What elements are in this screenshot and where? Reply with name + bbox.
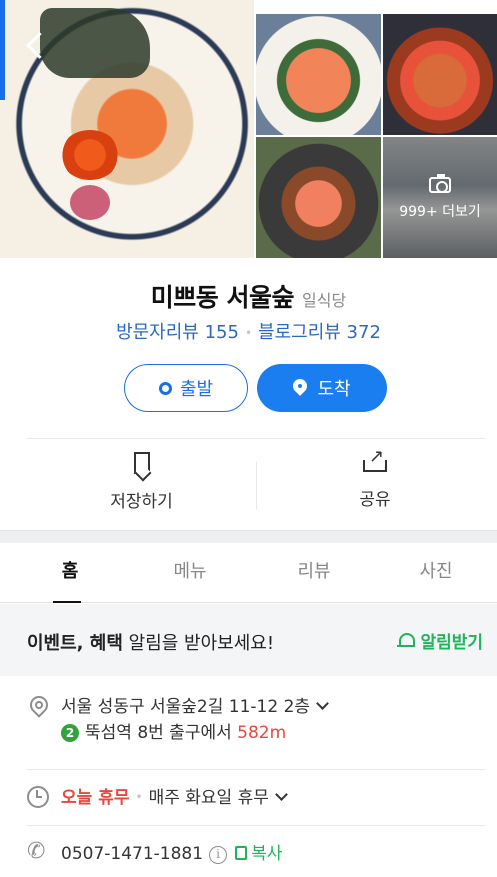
- event-rest-text: 알림을 받아보세요!: [122, 633, 275, 654]
- section-gap: [0, 530, 497, 543]
- chevron-down-icon[interactable]: [316, 697, 329, 710]
- photo-thumbnail-more[interactable]: 999+ 더보기: [383, 137, 497, 258]
- bell-icon: [397, 632, 416, 650]
- divider: [27, 769, 485, 770]
- hours-detail: 매주 화요일 휴무: [148, 788, 269, 808]
- depart-label: 출발: [179, 379, 214, 400]
- chevron-down-icon[interactable]: [274, 788, 288, 801]
- subway-text: 뚝섬역 8번 출구에서: [85, 723, 238, 743]
- photo-thumbnail[interactable]: [256, 137, 381, 258]
- subway-line-badge: 2: [61, 724, 79, 742]
- info-icon[interactable]: i: [209, 846, 228, 864]
- photo-detail: [60, 130, 120, 180]
- hours-status: 오늘 휴무: [61, 788, 130, 808]
- more-photos-button[interactable]: 999+ 더보기: [383, 174, 497, 221]
- tab-home[interactable]: 홈: [8, 543, 132, 603]
- blog-review-link[interactable]: 블로그리뷰 372: [258, 322, 381, 343]
- tab-menu[interactable]: 메뉴: [128, 543, 252, 603]
- subway-directions: 2 뚝섬역 8번 출구에서 582m: [61, 720, 485, 746]
- photo-thumbnail[interactable]: [256, 14, 381, 135]
- separator-dot: •: [244, 326, 253, 340]
- tab-review[interactable]: 리뷰: [252, 543, 376, 603]
- phone-number[interactable]: 0507-1471-1881: [61, 844, 203, 864]
- address-row: 서울 성동구 서울숲2길 11-12 2층 2 뚝섬역 8번 출구에서 582m: [27, 694, 485, 746]
- photo-thumbnail[interactable]: [383, 14, 497, 135]
- photo-detail: [40, 8, 150, 78]
- share-icon: [363, 446, 387, 472]
- phone-row: 0507-1471-1881 i 복사: [27, 839, 485, 867]
- share-button[interactable]: 공유: [257, 446, 493, 514]
- scroll-accent: [0, 0, 5, 100]
- place-name: 미쁘동 서울숲: [150, 283, 295, 312]
- visitor-review-link[interactable]: 방문자리뷰 155: [116, 322, 239, 343]
- divider: [27, 438, 485, 439]
- camera-icon: [429, 174, 451, 193]
- event-text: 이벤트, 혜택 알림을 받아보세요!: [27, 629, 274, 655]
- event-bold-text: 이벤트, 혜택: [27, 633, 123, 654]
- photo-gallery: 999+ 더보기: [0, 0, 497, 258]
- save-button[interactable]: 저장하기: [27, 452, 256, 514]
- save-label: 저장하기: [110, 492, 173, 512]
- share-label: 공유: [359, 490, 391, 510]
- clock-icon: [27, 786, 49, 808]
- review-summary: 방문자리뷰 155 • 블로그리뷰 372: [0, 318, 497, 344]
- place-category: 일식당: [302, 291, 347, 310]
- separator-dot: •: [135, 790, 143, 804]
- arrive-label: 도착: [317, 379, 351, 400]
- copy-label: 복사: [251, 844, 283, 864]
- address-text: 서울 성동구 서울숲2길 11-12 2층: [61, 697, 311, 717]
- copy-button[interactable]: 복사: [235, 844, 282, 864]
- phone-icon: [27, 839, 49, 865]
- photo-detail: [70, 185, 110, 220]
- more-photos-label: 999+ 더보기: [399, 204, 481, 220]
- bookmark-icon: [133, 452, 150, 474]
- alarm-label: 알림받기: [420, 633, 483, 653]
- subscribe-alarm-button[interactable]: 알림받기: [397, 628, 483, 653]
- subway-distance: 582m: [237, 723, 287, 743]
- location-pin-icon: [293, 379, 307, 397]
- depart-button[interactable]: 출발: [124, 364, 248, 412]
- divider: [27, 825, 485, 826]
- back-arrow-icon[interactable]: [24, 32, 46, 60]
- hours-row[interactable]: 오늘 휴무 • 매주 화요일 휴무: [27, 784, 485, 811]
- tab-bar: 홈 메뉴 리뷰 사진: [0, 543, 497, 603]
- tab-photos[interactable]: 사진: [374, 543, 497, 603]
- address-line[interactable]: 서울 성동구 서울숲2길 11-12 2층: [61, 694, 485, 720]
- arrive-button[interactable]: 도착: [257, 364, 387, 412]
- location-icon: [27, 696, 49, 718]
- place-title: 미쁘동 서울숲 일식당: [0, 278, 497, 314]
- event-notice-bar: 이벤트, 혜택 알림을 받아보세요! 알림받기: [0, 604, 497, 676]
- main-photo[interactable]: [0, 0, 254, 258]
- origin-dot-icon: [158, 381, 172, 395]
- copy-icon: [235, 846, 248, 860]
